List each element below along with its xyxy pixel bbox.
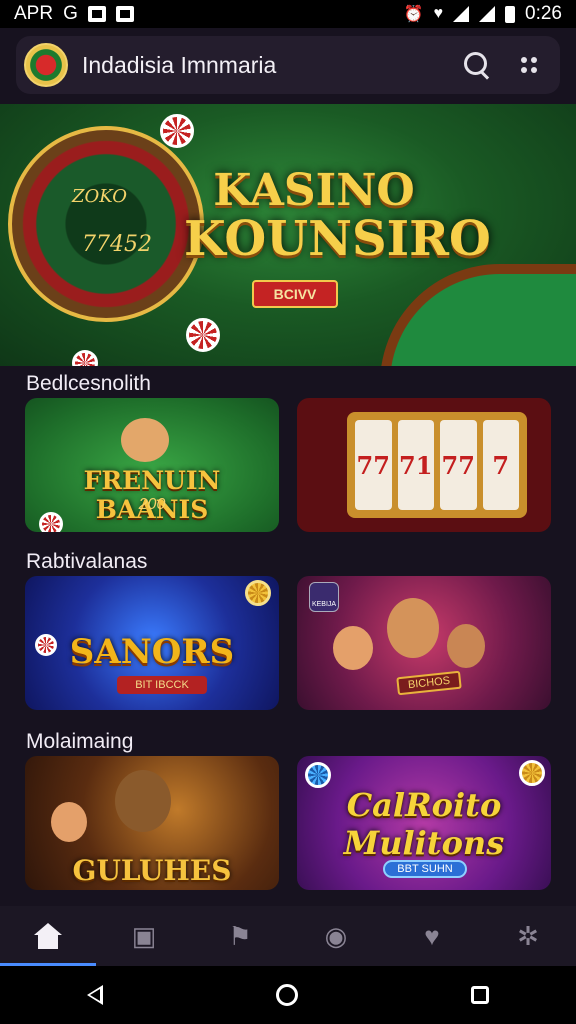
- game-card[interactable]: GULUHES: [25, 756, 279, 890]
- app-title: Indadisia Imnmaria: [82, 51, 277, 78]
- hero-title-line2: KOUNSIRO: [184, 211, 491, 268]
- game-subtitle: 200: [138, 496, 166, 513]
- bottom-nav: ▣ ⚑ ◉ ♥ ✲: [0, 906, 576, 966]
- game-title: FRENUIN BAANIS: [83, 466, 221, 524]
- character-image: [115, 770, 171, 832]
- battery-icon: [505, 5, 516, 23]
- roulette-wheel-image: ZOKO 77452: [8, 126, 204, 322]
- game-card[interactable]: CalRoito Mulitons BBT SUHN: [297, 756, 551, 890]
- wheel-text-2: 77452: [82, 232, 152, 257]
- back-icon[interactable]: [86, 985, 103, 1005]
- game-title: SANORS: [69, 632, 235, 672]
- reel: 77: [355, 420, 392, 510]
- hero-button[interactable]: BCIVV: [252, 280, 338, 308]
- notification-icon: [87, 6, 106, 22]
- reel-symbol: 77: [356, 450, 390, 480]
- game-title-line1: CalRoito: [346, 786, 502, 824]
- signal-icon: [453, 6, 470, 22]
- game-card[interactable]: SANORS BIT IBCCK: [25, 576, 279, 710]
- wheel-text: ZOKO: [72, 186, 127, 207]
- chip-icon: [160, 114, 194, 148]
- nav-games[interactable]: ▣: [96, 906, 192, 966]
- wifi-icon: ♥: [433, 5, 444, 22]
- chip-icon: [305, 762, 331, 788]
- nav-settings[interactable]: ✲: [480, 906, 576, 966]
- game-play-button[interactable]: BBT SUHN: [383, 860, 467, 878]
- nav-live[interactable]: ◉: [288, 906, 384, 966]
- status-bar: APR G ⏰ ♥ 0:26: [0, 0, 576, 28]
- chip-icon: [186, 318, 220, 352]
- message-icon: [115, 6, 134, 22]
- blackjack-table-image: [380, 264, 576, 366]
- app-bar: Indadisia Imnmaria: [16, 36, 560, 94]
- hero-banner[interactable]: ZOKO 77452 KASINO KOUNSIRO BCIVV: [0, 104, 576, 366]
- status-time: 0:26: [525, 3, 562, 24]
- app-logo[interactable]: [24, 43, 68, 87]
- game-card[interactable]: 77 71 77 7: [297, 398, 551, 532]
- reel: 71: [397, 420, 434, 510]
- hero-title: KASINO KOUNSIRO: [184, 165, 491, 268]
- search-icon[interactable]: [460, 48, 494, 82]
- character-image: [387, 598, 439, 658]
- slot-reels: 77 71 77 7: [347, 412, 527, 518]
- game-sign: BICHOS: [396, 670, 462, 696]
- gear-icon: ✲: [517, 920, 539, 951]
- home-icon: [34, 923, 62, 949]
- status-carrier: G: [63, 3, 78, 24]
- section-title: Bedlcesnolith: [26, 372, 151, 395]
- character-image: [447, 624, 485, 668]
- system-nav-bar: [0, 966, 576, 1024]
- game-card[interactable]: KEBIJA BICHOS: [297, 576, 551, 710]
- heart-icon: ♥: [424, 920, 440, 951]
- system-home-icon[interactable]: [275, 984, 298, 1006]
- game-card[interactable]: FRENUIN BAANIS 200: [25, 398, 279, 532]
- signal-icon-2: [479, 6, 496, 22]
- player-icon: ⚑: [228, 920, 252, 951]
- reel: 7: [482, 420, 519, 510]
- section-title: Rabtivalanas: [26, 550, 148, 573]
- reel-symbol: 71: [399, 450, 433, 480]
- chip-icon: ◉: [324, 920, 348, 951]
- chip-icon: [519, 760, 545, 786]
- hero-title-line1: KASINO: [213, 165, 415, 216]
- reel-symbol: 7: [492, 450, 510, 480]
- game-tag: BIT IBCCK: [117, 676, 207, 694]
- provider-badge: KEBIJA: [309, 582, 339, 612]
- reel: 77: [440, 420, 477, 510]
- nav-favorites[interactable]: ♥: [384, 906, 480, 966]
- chip-icon: [72, 350, 98, 366]
- game-title-line2: Mulitons: [343, 824, 505, 862]
- character-image: [51, 802, 87, 842]
- slot-machine-icon: ▣: [131, 920, 157, 951]
- game-title: GULUHES: [72, 854, 232, 887]
- character-image: [333, 626, 373, 670]
- section-title: Molaimaing: [26, 730, 134, 753]
- reel-symbol: 77: [441, 450, 475, 480]
- chip-icon: [245, 580, 271, 606]
- status-date: APR: [14, 3, 54, 24]
- more-icon[interactable]: [512, 48, 546, 82]
- nav-home[interactable]: [0, 906, 96, 966]
- recents-icon[interactable]: [471, 986, 490, 1004]
- nav-sports[interactable]: ⚑: [192, 906, 288, 966]
- mascot-image: [121, 418, 169, 462]
- alarm-icon: ⏰: [403, 6, 424, 23]
